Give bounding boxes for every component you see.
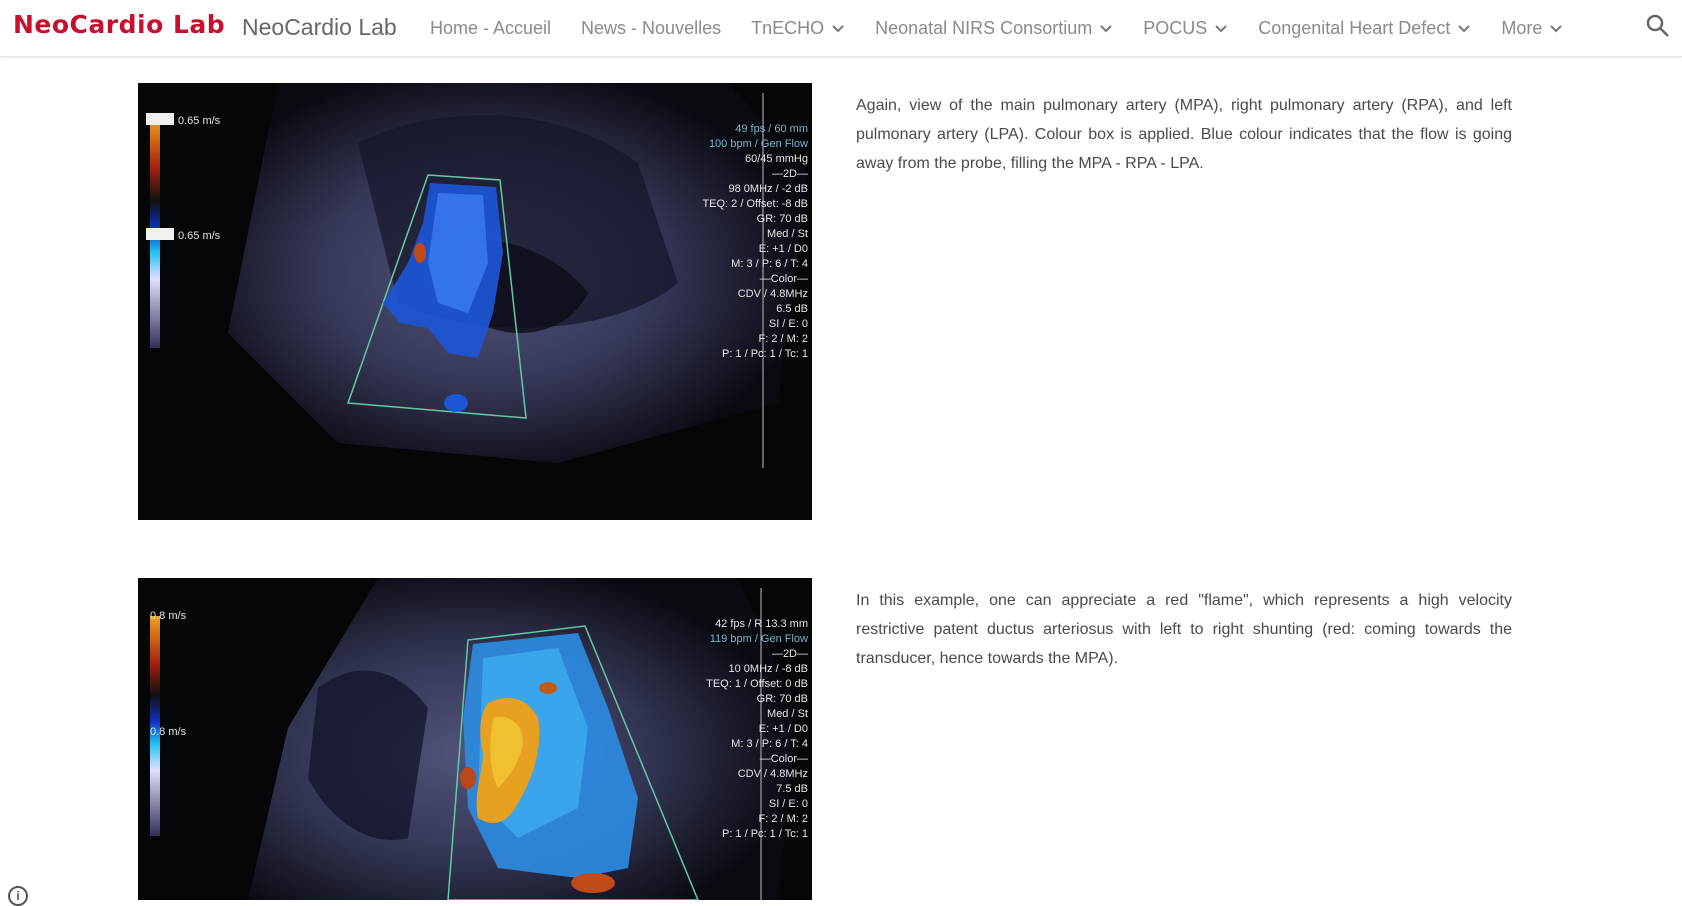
setting-line: P: 1 / Pc: 1 / Tc: 1 <box>722 348 808 360</box>
nav-item-label: TnECHO <box>751 17 825 38</box>
chevron-down-icon[interactable] <box>1099 21 1113 35</box>
setting-line: 119 bpm / Gen Flow <box>710 633 808 645</box>
setting-line: TEQ: 2 / Offset: -8 dB <box>702 198 808 210</box>
setting-line: —2D— <box>772 648 808 660</box>
setting-line: 42 fps / R 13.3 mm <box>715 618 808 630</box>
main-nav: Home - Accueil News - Nouvelles TnECHO N… <box>430 0 1593 56</box>
site-header: NeoCardio Lab NeoCardio Lab Home - Accue… <box>0 0 1682 57</box>
nav-item-label: News - Nouvelles <box>581 17 722 38</box>
nav-item-home[interactable]: Home - Accueil <box>430 18 551 39</box>
setting-line: —2D— <box>772 168 808 180</box>
setting-line: SI / E: 0 <box>769 318 808 330</box>
setting-line: 60/45 mmHg <box>745 153 808 165</box>
setting-line: 6.5 dB <box>776 303 808 315</box>
setting-line: P: 1 / Pc: 1 / Tc: 1 <box>722 828 808 840</box>
setting-line: CDV / 4.8MHz <box>738 288 808 300</box>
caption-pda-flame: In this example, one can appreciate a re… <box>856 592 1512 667</box>
nav-item-news[interactable]: News - Nouvelles <box>581 18 721 39</box>
brand-logo[interactable]: NeoCardio Lab <box>13 10 225 39</box>
chevron-down-icon[interactable] <box>831 21 845 35</box>
setting-line: F: 2 / M: 2 <box>758 333 808 345</box>
nav-item-label: POCUS <box>1143 17 1208 38</box>
echo-image-mpa-color: 0.65 m/s 0.65 m/s 49 fps / 60 mm 100 bpm… <box>138 83 812 520</box>
nav-item-label: Neonatal NIRS Consortium <box>875 17 1093 38</box>
site-title[interactable]: NeoCardio Lab <box>242 14 397 41</box>
nav-item-nirs[interactable]: Neonatal NIRS Consortium <box>875 18 1113 39</box>
scale-bottom-label: 0.65 m/s <box>178 230 221 242</box>
nav-item-pocus[interactable]: POCUS <box>1143 18 1228 39</box>
setting-line: —Color— <box>760 753 808 765</box>
nav-item-tnecho[interactable]: TnECHO <box>751 18 845 39</box>
caption-mpa-color: Again, view of the main pulmonary artery… <box>856 97 1512 172</box>
nav-item-chd[interactable]: Congenital Heart Defect <box>1258 18 1471 39</box>
setting-line: M: 3 / P: 6 / T: 4 <box>731 258 808 270</box>
scale-top-label: 0.65 m/s <box>178 115 221 127</box>
setting-line: Med / St <box>767 228 808 240</box>
setting-line: 49 fps / 60 mm <box>735 123 808 135</box>
setting-line: SI / E: 0 <box>769 798 808 810</box>
nav-item-more[interactable]: More <box>1501 18 1563 39</box>
setting-line: E: +1 / D0 <box>759 243 808 255</box>
search-icon[interactable] <box>1645 13 1671 39</box>
setting-line: —Color— <box>760 273 808 285</box>
echo-image-pda-flame: 0.8 m/s 0.8 m/s 42 fps / R 13.3 mm 119 b… <box>138 578 812 900</box>
nav-item-label: More <box>1501 17 1543 38</box>
info-icon[interactable]: i <box>8 886 28 906</box>
chevron-down-icon[interactable] <box>1549 21 1563 35</box>
setting-line: GR: 70 dB <box>757 213 808 225</box>
setting-line: 7.5 dB <box>776 783 808 795</box>
chevron-down-icon[interactable] <box>1457 21 1471 35</box>
setting-line: 100 bpm / Gen Flow <box>709 138 808 150</box>
setting-line: Med / St <box>767 708 808 720</box>
scale-top-label: 0.8 m/s <box>150 610 187 622</box>
setting-line: F: 2 / M: 2 <box>758 813 808 825</box>
nav-item-label: Congenital Heart Defect <box>1258 17 1451 38</box>
scale-bottom-label: 0.8 m/s <box>150 726 187 738</box>
nav-item-label: Home - Accueil <box>430 17 552 38</box>
setting-line: E: +1 / D0 <box>759 723 808 735</box>
setting-line: TEQ: 1 / Offset: 0 dB <box>706 678 808 690</box>
setting-line: 98 0MHz / -2 dB <box>729 183 808 195</box>
setting-line: CDV / 4.8MHz <box>738 768 808 780</box>
setting-line: M: 3 / P: 6 / T: 4 <box>731 738 808 750</box>
setting-line: 10 0MHz / -8 dB <box>729 663 808 675</box>
chevron-down-icon[interactable] <box>1214 21 1228 35</box>
setting-line: GR: 70 dB <box>757 693 808 705</box>
